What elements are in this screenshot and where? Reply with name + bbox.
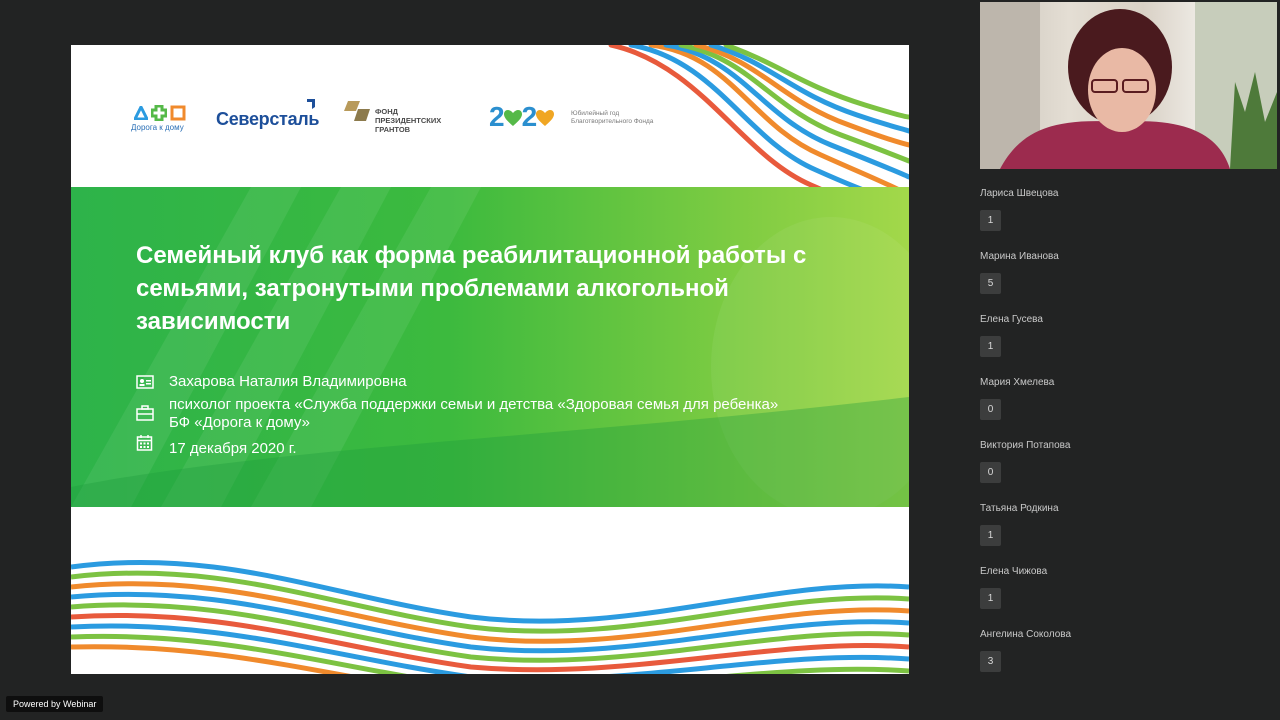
heart-icon	[536, 110, 555, 126]
speaker-name-row: Захарова Наталия Владимировна	[136, 373, 407, 391]
speaker-role-row: психолог проекта «Служба поддержки семьи…	[136, 396, 778, 432]
participant-item[interactable]: Татьяна Родкина 1	[980, 501, 1270, 564]
participant-count-badge: 0	[980, 399, 1001, 420]
partner-logos-bar: Дорога к дому Северсталь ФОНД ПРЕЗИДЕНТС…	[71, 45, 909, 187]
participant-count-badge: 1	[980, 588, 1001, 609]
cross-icon	[151, 105, 167, 121]
doroga-k-domu-logo: Дорога к дому	[131, 105, 201, 141]
speaker-role: психолог проекта «Служба поддержки семьи…	[169, 396, 778, 432]
speaker-role-line2: БФ «Дорога к дому»	[169, 414, 310, 431]
presentation-date-row: 17 декабря 2020 г.	[136, 434, 297, 458]
participant-name: Марина Иванова	[980, 251, 1059, 262]
participant-item[interactable]: Лариса Швецова 1	[980, 186, 1270, 249]
participant-count-badge: 5	[980, 273, 1001, 294]
participant-count-badge: 3	[980, 651, 1001, 672]
doroga-caption: Дорога к дому	[131, 123, 184, 132]
slide-title: Семейный клуб как форма реабилитационной…	[136, 242, 807, 335]
powered-by-webinar-badge[interactable]: Powered by Webinar	[6, 696, 104, 712]
briefcase-icon	[136, 404, 154, 422]
jubilee-2020-logo: 22 Юбилейный год Благотворительного Фонд…	[489, 101, 669, 135]
severstal-wordmark: Северсталь	[216, 109, 320, 129]
participant-count-badge: 0	[980, 462, 1001, 483]
participant-count-badge: 1	[980, 525, 1001, 546]
fond-prezidentskih-grantov-logo: ФОНД ПРЕЗИДЕНТСКИХ ГРАНТОВ	[344, 97, 459, 141]
jubilee-subtitle: Юбилейный год Благотворительного Фонда	[571, 110, 654, 125]
severstal-mark-icon	[307, 99, 315, 109]
presentation-date: 17 декабря 2020 г.	[169, 440, 297, 457]
presentation-slide: Дорога к дому Северсталь ФОНД ПРЕЗИДЕНТС…	[71, 45, 909, 674]
participant-name: Мария Хмелева	[980, 377, 1055, 388]
participant-name: Татьяна Родкина	[980, 503, 1059, 514]
fond-text: ФОНД ПРЕЗИДЕНТСКИХ ГРАНТОВ	[375, 107, 442, 134]
participant-name: Виктория Потапова	[980, 440, 1071, 451]
decorative-bottom-waves	[71, 559, 909, 674]
presenter-video[interactable]	[980, 2, 1277, 169]
participant-name: Елена Гусева	[980, 314, 1043, 325]
decorative-light-rays	[71, 187, 909, 507]
calendar-icon	[136, 434, 154, 452]
speaker-name: Захарова Наталия Владимировна	[169, 373, 407, 390]
participant-name: Лариса Швецова	[980, 188, 1059, 199]
title-band	[71, 187, 909, 507]
fond-emblem-icon	[344, 101, 370, 121]
participant-item[interactable]: Виктория Потапова 0	[980, 438, 1270, 501]
triangle-icon	[134, 106, 148, 120]
participant-item[interactable]: Марина Иванова 5	[980, 249, 1270, 312]
year-number: 22	[489, 101, 555, 133]
participant-count-badge: 1	[980, 210, 1001, 231]
participant-item[interactable]: Мария Хмелева 0	[980, 375, 1270, 438]
participant-item[interactable]: Елена Гусева 1	[980, 312, 1270, 375]
heart-icon	[503, 110, 522, 126]
participant-count-badge: 1	[980, 336, 1001, 357]
participant-item[interactable]: Елена Чижова 1	[980, 564, 1270, 627]
severstal-logo: Северсталь	[216, 97, 326, 131]
participant-name: Ангелина Соколова	[980, 629, 1072, 640]
speaker-role-line1: психолог проекта «Служба поддержки семьи…	[169, 396, 779, 413]
square-icon	[170, 105, 186, 121]
participant-item[interactable]: Ангелина Соколова 3	[980, 627, 1270, 690]
presenter-image	[980, 2, 1277, 169]
id-card-icon	[136, 373, 154, 391]
participant-name: Елена Чижова	[980, 566, 1048, 577]
participants-panel: Лариса Швецова 1 Марина Иванова 5 Елена Гусе…	[980, 186, 1270, 690]
